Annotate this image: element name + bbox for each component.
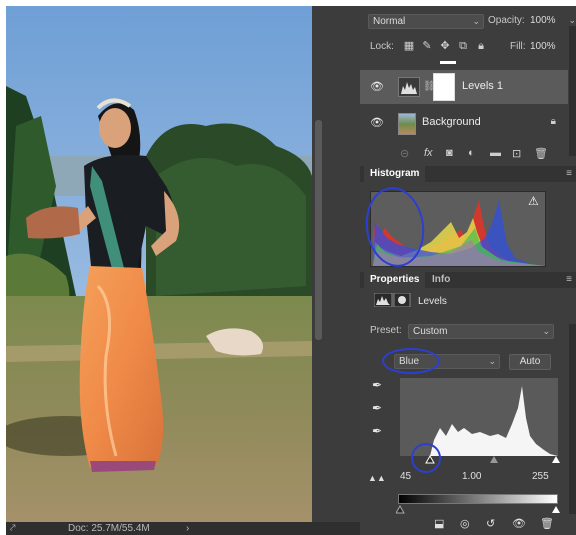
- opacity-label: Opacity:: [488, 15, 525, 26]
- levels-histogram-icon: [401, 82, 417, 94]
- layer-name[interactable]: Background: [422, 116, 481, 128]
- new-layer-icon[interactable]: ⊡: [512, 147, 521, 160]
- photo-image: [6, 6, 312, 522]
- black-output-slider[interactable]: [396, 504, 405, 514]
- layers-scrollbar[interactable]: [569, 26, 576, 156]
- black-point-eyedropper-icon[interactable]: ✒: [372, 378, 382, 392]
- reset-icon[interactable]: ↺: [486, 517, 495, 530]
- fill-label: Fill:: [510, 41, 526, 52]
- properties-tab-bar: Properties Info ≡: [360, 272, 576, 288]
- opacity-value: 100%: [530, 15, 556, 26]
- gray-point-eyedropper-icon[interactable]: ✒: [372, 401, 382, 415]
- layer-row-background[interactable]: 👁︎ Background 🔒︎: [360, 106, 568, 140]
- levels-adjustment-thumbnail: [398, 77, 420, 97]
- lock-paint-icon[interactable]: ✎: [418, 39, 436, 53]
- panel-menu-icon[interactable]: ≡: [566, 168, 572, 179]
- fill-field[interactable]: 100% ⌄: [526, 40, 576, 55]
- clip-to-layer-icon[interactable]: ⬓: [434, 517, 444, 530]
- trash-icon[interactable]: 🗑︎: [534, 147, 548, 160]
- lock-transparent-icon[interactable]: ▦: [400, 39, 418, 53]
- preset-dropdown[interactable]: Custom ⌄: [408, 324, 554, 339]
- lock-position-icon[interactable]: ✥: [436, 39, 454, 53]
- tab-info[interactable]: Info: [426, 272, 456, 288]
- lock-label: Lock:: [370, 41, 394, 52]
- white-point-eyedropper-icon[interactable]: ✒: [372, 424, 382, 438]
- background-thumbnail: [398, 113, 416, 135]
- tab-properties[interactable]: Properties: [364, 272, 426, 288]
- blend-mode-value: Normal: [373, 16, 406, 27]
- input-white-value[interactable]: 255: [532, 471, 549, 482]
- lock-artboard-icon[interactable]: ⧉: [454, 39, 472, 53]
- white-input-slider[interactable]: [552, 456, 560, 463]
- properties-scrollbar[interactable]: [569, 324, 576, 514]
- link-layers-icon[interactable]: ⊝: [400, 147, 409, 160]
- fx-icon[interactable]: fx: [424, 147, 433, 159]
- visibility-eye-icon[interactable]: 👁︎: [370, 116, 384, 129]
- chevron-down-icon: ⌄: [488, 356, 496, 366]
- lock-all-icon[interactable]: 🔒︎: [472, 39, 490, 53]
- adjustment-title: Levels: [418, 296, 447, 307]
- photoshop-window: ⤤ Doc: 25.7M/55.4M › Normal ⌄ Opacity: 1…: [0, 0, 576, 535]
- input-black-value[interactable]: 45: [400, 471, 411, 482]
- histogram-tab-bar: Histogram ≡: [360, 166, 576, 182]
- mask-indicator: [440, 61, 456, 64]
- gamma-input-slider[interactable]: [490, 456, 498, 463]
- preset-label: Preset:: [370, 325, 402, 336]
- chevron-down-icon: ⌄: [542, 326, 550, 336]
- lock-options: ▦ ✎ ✥ ⧉ 🔒︎: [400, 39, 490, 53]
- status-bar: ⤤ Doc: 25.7M/55.4M ›: [6, 522, 360, 535]
- add-mask-icon[interactable]: ◙: [446, 147, 453, 159]
- group-folder-icon[interactable]: ▬: [490, 147, 501, 159]
- output-sliders[interactable]: [396, 504, 562, 514]
- adjustment-layer-icon[interactable]: ◐: [468, 147, 475, 159]
- trash-icon[interactable]: 🗑︎: [540, 517, 554, 530]
- visibility-eye-icon[interactable]: 👁︎: [512, 517, 526, 530]
- levels-adjustment-icon: [373, 292, 412, 308]
- white-output-slider[interactable]: [552, 506, 560, 513]
- blend-mode-dropdown[interactable]: Normal ⌄: [368, 14, 484, 29]
- annotation-circle-channel: [382, 348, 440, 374]
- auto-button[interactable]: Auto: [509, 354, 551, 370]
- layer-tools-bar: ⊝ fx ◙ ◐ ▬ ⊡ 🗑︎: [360, 146, 568, 164]
- chevron-down-icon: ⌄: [472, 16, 480, 26]
- annotation-circle-black-slider: [411, 443, 441, 473]
- document-canvas[interactable]: [6, 6, 312, 522]
- warning-triangle-icon[interactable]: ⚠: [528, 194, 539, 208]
- lock-icon: 🔒︎: [550, 116, 556, 127]
- status-menu-arrow[interactable]: ›: [186, 522, 189, 535]
- export-icon[interactable]: ⤤: [10, 522, 16, 535]
- right-panels: Normal ⌄ Opacity: 100% ⌄ Lock: ▦ ✎ ✥ ⧉ 🔒︎ Fi…: [360, 6, 576, 535]
- input-gamma-value[interactable]: 1.00: [462, 471, 481, 482]
- output-gradient: [398, 494, 558, 504]
- layer-name[interactable]: Levels 1: [462, 80, 503, 92]
- opacity-field[interactable]: 100% ⌄: [526, 14, 576, 29]
- visibility-eye-icon[interactable]: 👁︎: [370, 80, 384, 93]
- doc-size-info[interactable]: Doc: 25.7M/55.4M: [68, 522, 150, 535]
- preset-value: Custom: [413, 326, 448, 337]
- view-previous-state-icon[interactable]: ◎: [460, 517, 470, 530]
- layer-row-levels-1[interactable]: 👁︎ ⛓︎ Levels 1: [360, 70, 568, 104]
- layer-mask-thumbnail[interactable]: [433, 73, 455, 101]
- clipping-warning-icon[interactable]: ▲▲: [368, 473, 386, 483]
- properties-footer: ⬓ ◎ ↺ 👁︎ 🗑︎: [360, 516, 576, 532]
- panel-menu-icon[interactable]: ≡: [566, 274, 572, 285]
- tab-histogram[interactable]: Histogram: [364, 166, 426, 182]
- fill-value: 100%: [530, 41, 556, 52]
- canvas-scrollbar[interactable]: [315, 120, 322, 340]
